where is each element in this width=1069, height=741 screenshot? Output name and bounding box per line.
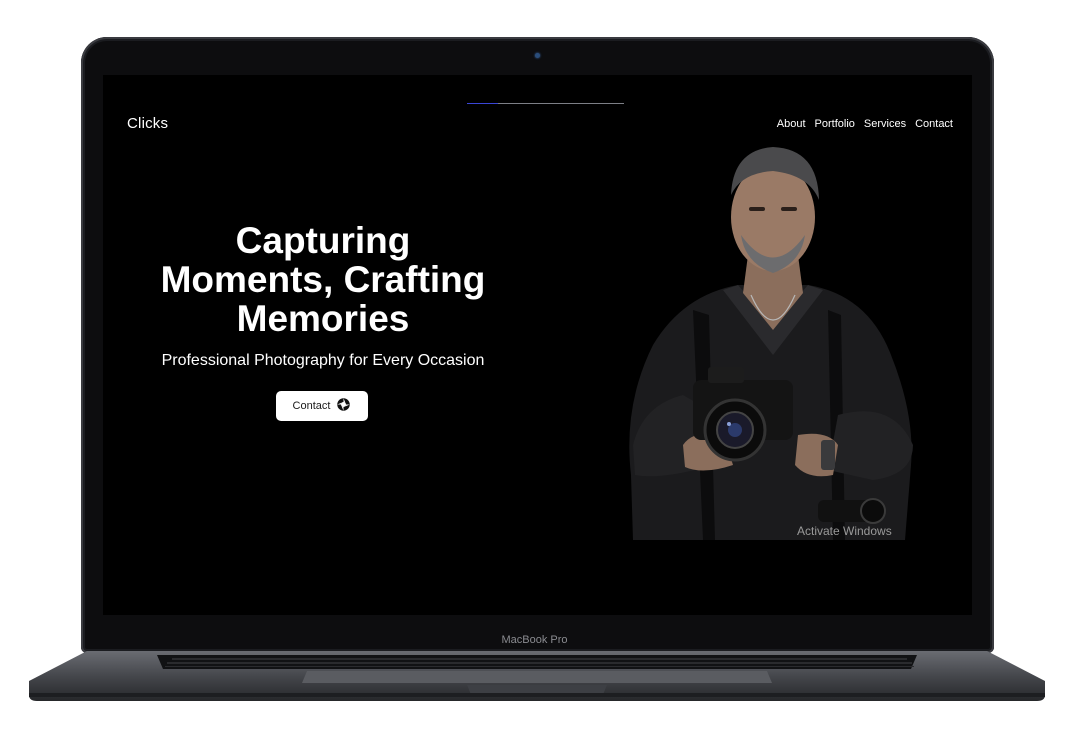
scroll-progress-bar <box>467 103 624 104</box>
top-nav: About Portfolio Services Contact <box>777 118 953 130</box>
device-model-label: MacBook Pro <box>501 634 568 646</box>
hero-title-line-1: Capturing <box>235 220 411 261</box>
brand-logo[interactable]: Clicks <box>127 115 168 132</box>
photographer-hero-image <box>629 147 913 540</box>
activate-windows-watermark: Activate Windows <box>797 524 892 538</box>
nav-link-about[interactable]: About <box>777 118 806 130</box>
contact-button[interactable]: Contact <box>276 391 368 421</box>
laptop-mockup: Clicks About Portfolio Services Contact … <box>0 0 1069 741</box>
nav-link-contact[interactable]: Contact <box>915 118 953 130</box>
aperture-icon <box>336 397 351 415</box>
hero-title-line-2: Moments, Crafting <box>160 259 486 300</box>
webcam-dot <box>535 53 540 58</box>
hero-title-line-3: Memories <box>236 298 410 339</box>
nav-link-services[interactable]: Services <box>864 118 906 130</box>
nav-link-portfolio[interactable]: Portfolio <box>815 118 855 130</box>
contact-button-label: Contact <box>292 400 331 412</box>
hero-title: Capturing Moments, Crafting Memories <box>123 221 523 338</box>
screen: Clicks About Portfolio Services Contact … <box>103 75 972 615</box>
scroll-progress-fill <box>467 103 499 104</box>
laptop-base <box>29 651 1045 701</box>
hero-subtitle: Professional Photography for Every Occas… <box>161 352 485 369</box>
